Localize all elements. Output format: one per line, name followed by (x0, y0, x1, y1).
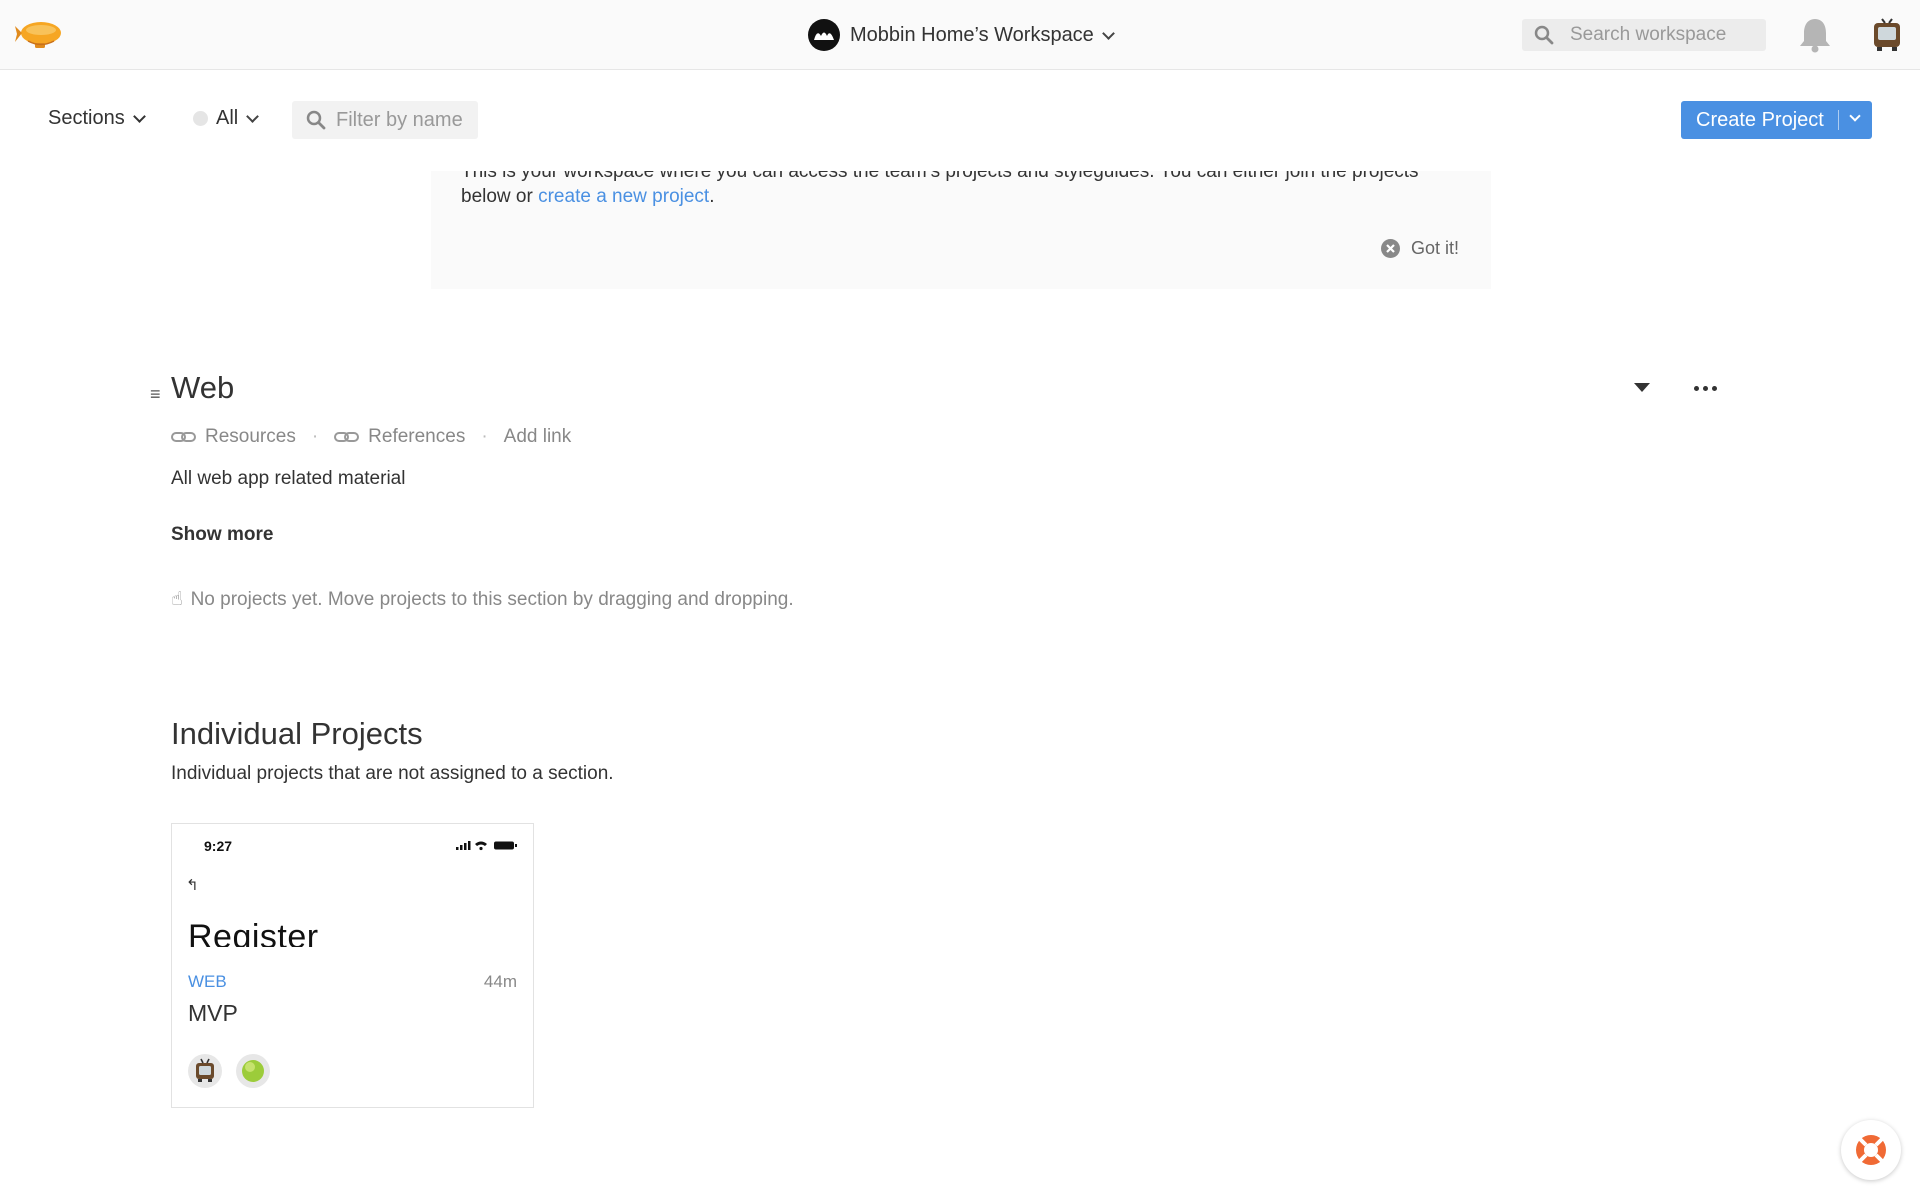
chevron-down-icon (1101, 26, 1115, 40)
lifebuoy-icon (1856, 1135, 1886, 1165)
sections-label: Sections (48, 107, 125, 129)
project-platform-tag: WEB (188, 972, 227, 991)
thumbnail-back-icon: ↰ (186, 877, 199, 894)
user-avatar-icon[interactable] (1870, 17, 1904, 53)
empty-section-message: ☝ No projects yet. Move projects to this… (171, 588, 794, 611)
create-project-button[interactable]: Create Project (1681, 101, 1872, 139)
collapse-section-caret-icon[interactable] (1634, 383, 1650, 392)
section-links: Resources · References · Add link (171, 426, 571, 448)
link-separator: · (481, 426, 488, 447)
project-updated-time: 44m (483, 972, 517, 991)
thumbnail-status-time: 9:27 (204, 838, 233, 854)
link-icon (171, 432, 196, 442)
button-divider (1838, 110, 1839, 130)
filter-placeholder: Filter by name (336, 108, 463, 131)
top-bar: Mobbin Home’s Workspace Search workspace (0, 0, 1920, 70)
search-workspace-input[interactable]: Search workspace (1522, 19, 1766, 51)
got-it-label: Got it! (1411, 238, 1460, 258)
chevron-down-icon (132, 110, 146, 123)
section-more-options-icon[interactable] (1694, 386, 1717, 391)
project-card[interactable]: 9:27 ↰ Register WEB 44m MVP (171, 823, 534, 1108)
empty-section-text: No projects yet. Move projects to this s… (190, 588, 794, 610)
close-circle-icon (1381, 239, 1400, 258)
references-link-label: References (368, 426, 466, 447)
search-placeholder: Search workspace (1570, 24, 1727, 45)
drag-handle-icon[interactable]: ≡ (150, 384, 161, 405)
sections-dropdown[interactable]: Sections (48, 107, 146, 130)
zeppelin-logo-icon[interactable] (14, 14, 66, 54)
phone-status-icons (456, 841, 517, 851)
status-filter-dropdown[interactable]: All (193, 107, 260, 130)
chevron-down-icon (246, 110, 260, 123)
pointing-hand-icon: ☝ (171, 589, 183, 610)
help-lifebuoy-button[interactable] (1841, 1120, 1901, 1180)
status-filter-label: All (216, 107, 239, 129)
workspace-name: Mobbin Home’s Workspace (850, 23, 1094, 46)
search-icon (1534, 25, 1554, 45)
create-new-project-link[interactable]: create a new project (538, 186, 709, 207)
resources-link[interactable]: Resources (171, 426, 296, 448)
project-members (188, 1054, 270, 1088)
project-thumbnail: 9:27 ↰ Register (172, 824, 533, 947)
link-separator: · (311, 426, 319, 447)
member-avatar-ball-icon[interactable] (236, 1054, 270, 1088)
section-description: All web app related material (171, 468, 406, 489)
section-title: Web (171, 370, 235, 405)
references-link[interactable]: References (334, 426, 465, 448)
search-icon (306, 110, 326, 130)
thumbnail-heading: Register (188, 918, 319, 947)
workspace-logo-icon (808, 19, 840, 51)
show-more-button[interactable]: Show more (171, 524, 273, 546)
workspace-switcher[interactable]: Mobbin Home’s Workspace (808, 18, 1115, 52)
welcome-text-end: . (709, 186, 715, 207)
welcome-panel: This is your workspace where you can acc… (431, 171, 1491, 289)
status-dot-icon (193, 111, 208, 126)
individual-projects-description: Individual projects that are not assigne… (171, 763, 614, 784)
bell-icon[interactable] (1798, 16, 1832, 54)
individual-projects-title: Individual Projects (171, 716, 423, 751)
resources-link-label: Resources (205, 426, 296, 447)
project-name: MVP (188, 1000, 238, 1026)
filter-bar: Sections All Filter by name Create Proje… (0, 71, 1920, 171)
create-options-chevron-icon[interactable] (1849, 110, 1861, 122)
member-avatar-tv-icon[interactable] (188, 1054, 222, 1088)
create-project-label: Create Project (1696, 108, 1824, 131)
welcome-text: This is your workspace where you can acc… (461, 171, 1421, 209)
filter-by-name-input[interactable]: Filter by name (292, 101, 478, 139)
got-it-button[interactable]: Got it! (1381, 238, 1459, 259)
link-icon (334, 432, 360, 442)
add-link-button[interactable]: Add link (504, 426, 572, 448)
